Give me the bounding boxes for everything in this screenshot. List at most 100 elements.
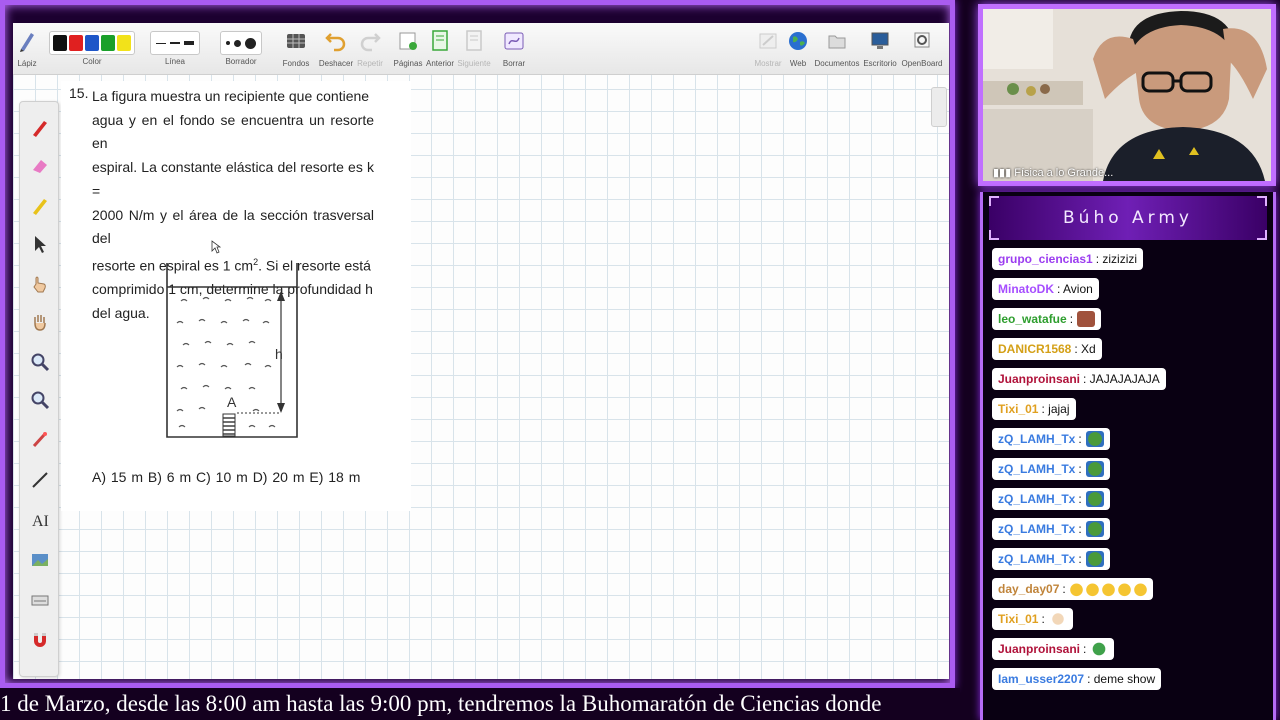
dock-capture-tool[interactable] xyxy=(28,548,52,572)
color-green-swatch[interactable] xyxy=(101,35,115,51)
line-thick-option[interactable] xyxy=(184,41,194,45)
documents-label: Documentos xyxy=(814,59,860,68)
pepe-emote-icon xyxy=(1085,521,1104,537)
line-medium-option[interactable] xyxy=(170,42,180,44)
chat-message-text: : xyxy=(1078,522,1082,536)
globe-icon xyxy=(783,25,813,57)
laser-pointer-icon xyxy=(32,432,47,448)
line-width-picker[interactable]: Línea xyxy=(147,25,203,73)
chat-panel: Búho Army grupo_ciencias1: zizizizi Minat… xyxy=(980,192,1276,720)
dock-select-tool[interactable] xyxy=(28,232,52,256)
chat-message: Juanproinsani: xyxy=(992,638,1115,660)
side-panel-handle[interactable] xyxy=(931,87,947,127)
next-page-button[interactable]: Siguiente xyxy=(457,25,491,73)
color-red-swatch[interactable] xyxy=(69,35,83,51)
sick-face-emoji-icon xyxy=(1090,641,1109,657)
documents-button[interactable]: Documentos xyxy=(813,25,861,73)
dock-highlighter-tool[interactable] xyxy=(28,194,52,218)
figure-label-h: h xyxy=(275,346,283,362)
eraser-small-option[interactable] xyxy=(226,41,230,45)
eraser-size-picker[interactable]: Borrador xyxy=(211,25,271,73)
chat-username[interactable]: zQ_LAMH_Tx xyxy=(998,522,1075,536)
undo-button[interactable]: Deshacer xyxy=(319,25,353,73)
previous-label: Anterior xyxy=(425,59,454,68)
figure-label-a: A xyxy=(227,394,237,410)
dock-magnet-tool[interactable] xyxy=(28,628,52,652)
whiteboard-canvas[interactable]: Lápiz Color Línea Borrador Fondos Deshac… xyxy=(13,23,949,679)
whiteboard-frame: Lápiz Color Línea Borrador Fondos Deshac… xyxy=(0,0,955,688)
webcam-feed-image xyxy=(983,9,1271,181)
backgrounds-button[interactable]: Fondos xyxy=(281,25,311,73)
chat-message-text: : xyxy=(1078,432,1082,446)
chat-username[interactable]: zQ_LAMH_Tx xyxy=(998,492,1075,506)
chat-message: day_day07: xyxy=(992,578,1153,600)
chat-username[interactable]: Iam_usser2207 xyxy=(998,672,1084,686)
show-desktop-button[interactable]: Mostrar xyxy=(753,25,783,73)
pages-button[interactable]: Páginas xyxy=(393,25,423,73)
chat-message-text: : zizizizi xyxy=(1095,252,1138,266)
color-yellow-swatch[interactable] xyxy=(117,35,131,51)
add-page-icon xyxy=(393,25,423,57)
water-wave-marks xyxy=(176,296,276,428)
red-pen-icon xyxy=(33,121,47,137)
pencil-tool[interactable]: Lápiz xyxy=(15,25,39,73)
chat-username[interactable]: zQ_LAMH_Tx xyxy=(998,462,1075,476)
chat-username[interactable]: Juanproinsani xyxy=(998,372,1080,386)
next-page-icon xyxy=(459,25,489,57)
chat-message-text: : Avion xyxy=(1057,282,1093,296)
chat-username[interactable]: DANICR1568 xyxy=(998,342,1071,356)
dock-eraser-tool[interactable] xyxy=(28,154,52,178)
web-label: Web xyxy=(789,59,807,68)
dock-interact-tool[interactable] xyxy=(28,272,52,296)
signal-bars-icon: ▮▮▮ xyxy=(993,167,1015,179)
question-line: La figura muestra un recipiente que cont… xyxy=(92,88,370,104)
erase-page-button[interactable]: Borrar xyxy=(499,25,529,73)
svg-text:AI: AI xyxy=(32,513,49,530)
chat-username[interactable]: Tixi_01 xyxy=(998,612,1038,626)
chat-username[interactable]: day_day07 xyxy=(998,582,1059,596)
ticker-text: 1 de Marzo, desde las 8:00 am hasta las … xyxy=(0,691,882,716)
line-width-options xyxy=(150,31,200,55)
title-corner-decoration xyxy=(989,196,999,206)
tool-dock: AI xyxy=(19,101,59,677)
dock-hand-tool[interactable] xyxy=(28,310,52,334)
webcam-channel-label: ▮▮▮ Física a lo Grande... xyxy=(993,166,1113,179)
previous-page-button[interactable]: Anterior xyxy=(425,25,455,73)
eraser-large-option[interactable] xyxy=(245,37,256,49)
dock-keyboard-tool[interactable] xyxy=(28,588,52,612)
chat-username[interactable]: zQ_LAMH_Tx xyxy=(998,432,1075,446)
openboard-menu-button[interactable]: OpenBoard xyxy=(901,25,943,73)
show-icon xyxy=(753,25,783,57)
gear-icon xyxy=(907,25,937,57)
chat-message-text: : Xd xyxy=(1074,342,1096,356)
redo-button[interactable]: Repetir xyxy=(355,25,385,73)
dock-laser-tool[interactable] xyxy=(28,428,52,452)
chat-title: Búho Army xyxy=(989,196,1267,240)
pepe-emote-icon xyxy=(1085,491,1104,507)
chat-message: Tixi_01: xyxy=(992,608,1073,630)
chat-message: Juanproinsani: JAJAJAJAJA xyxy=(992,368,1166,390)
color-black-swatch[interactable] xyxy=(53,35,67,51)
chat-username[interactable]: Juanproinsani xyxy=(998,642,1080,656)
chat-username[interactable]: zQ_LAMH_Tx xyxy=(998,552,1075,566)
dock-line-tool[interactable] xyxy=(28,468,52,492)
chat-username[interactable]: MinatoDK xyxy=(998,282,1054,296)
desktop-button[interactable]: Escritorio xyxy=(863,25,897,73)
spring-icon xyxy=(222,413,236,437)
color-picker[interactable]: Color xyxy=(47,25,137,73)
dock-zoom-in-tool[interactable] xyxy=(28,350,52,374)
color-label: Color xyxy=(82,57,102,66)
dock-zoom-out-tool[interactable] xyxy=(28,388,52,412)
color-blue-swatch[interactable] xyxy=(85,35,99,51)
chat-username[interactable]: grupo_ciencias1 xyxy=(998,252,1093,266)
undo-arrow-icon xyxy=(321,25,351,57)
chat-username[interactable]: Tixi_01 xyxy=(998,402,1038,416)
backgrounds-label: Fondos xyxy=(282,59,310,68)
line-thin-option[interactable] xyxy=(156,42,166,44)
dock-text-tool[interactable]: AI xyxy=(28,508,52,532)
chat-username[interactable]: leo_watafue xyxy=(998,312,1067,326)
chat-message: Iam_usser2207: deme show xyxy=(992,668,1162,690)
dock-pen-tool[interactable] xyxy=(28,116,52,140)
eraser-medium-option[interactable] xyxy=(234,39,241,47)
web-button[interactable]: Web xyxy=(785,25,811,73)
